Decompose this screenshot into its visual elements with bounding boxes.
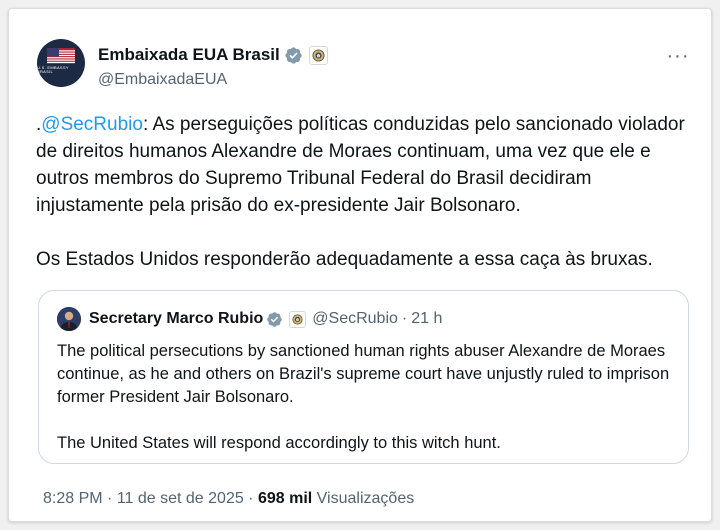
author-name[interactable]: Embaixada EUA Brasil — [98, 45, 280, 65]
tweet-metadata: 8:28 PM · 11 de set de 2025 · 698 mil Vi… — [43, 490, 414, 508]
quote-author-avatar[interactable] — [57, 307, 81, 331]
quote-author-name[interactable]: Secretary Marco Rubio — [89, 310, 263, 328]
meta-separator: · — [102, 490, 117, 507]
quoted-tweet[interactable]: Secretary Marco Rubio @SecRubio · 21 h T… — [38, 290, 689, 464]
quote-author-handle[interactable]: @SecRubio — [312, 310, 398, 328]
us-flag-icon — [47, 48, 75, 64]
author-row: Embaixada EUA Brasil — [98, 45, 328, 65]
more-options-icon[interactable]: ··· — [667, 45, 689, 67]
meta-separator: · — [243, 490, 258, 507]
tweet-time[interactable]: 8:28 PM — [43, 490, 103, 507]
author-avatar[interactable]: U.S. EMBASSY BRASIL — [37, 39, 85, 87]
tweet-card[interactable]: U.S. EMBASSY BRASIL Embaixada EUA Brasil… — [8, 8, 712, 522]
government-seal-icon — [308, 45, 328, 65]
author-handle[interactable]: @EmbaixadaEUA — [98, 71, 227, 89]
mention-link[interactable]: @SecRubio — [41, 114, 143, 135]
gray-verified-badge-icon[interactable] — [266, 311, 283, 328]
quote-text: The political persecutions by sanctioned… — [57, 340, 677, 455]
tweet-date[interactable]: 11 de set de 2025 — [117, 490, 244, 507]
quote-separator: · — [401, 310, 408, 327]
tweet-paragraph-2: Os Estados Unidos responderão adequadame… — [36, 249, 653, 270]
gray-verified-badge-icon[interactable] — [284, 46, 303, 65]
tweet-text: .@SecRubio: As perseguições políticas co… — [36, 111, 696, 273]
government-seal-icon — [289, 310, 307, 328]
views-label[interactable]: Visualizações — [317, 490, 415, 507]
quote-paragraph-1: The political persecutions by sanctioned… — [57, 342, 670, 406]
tweet-paragraph-1: .@SecRubio: As perseguições políticas co… — [36, 111, 696, 219]
views-count[interactable]: 698 mil — [258, 490, 312, 507]
quote-header: Secretary Marco Rubio @SecRubio · 21 h — [57, 307, 442, 331]
avatar-caption: U.S. EMBASSY BRASIL — [37, 65, 69, 74]
quote-timestamp[interactable]: 21 h — [411, 310, 442, 328]
quote-paragraph-2: The United States will respond according… — [57, 434, 501, 452]
